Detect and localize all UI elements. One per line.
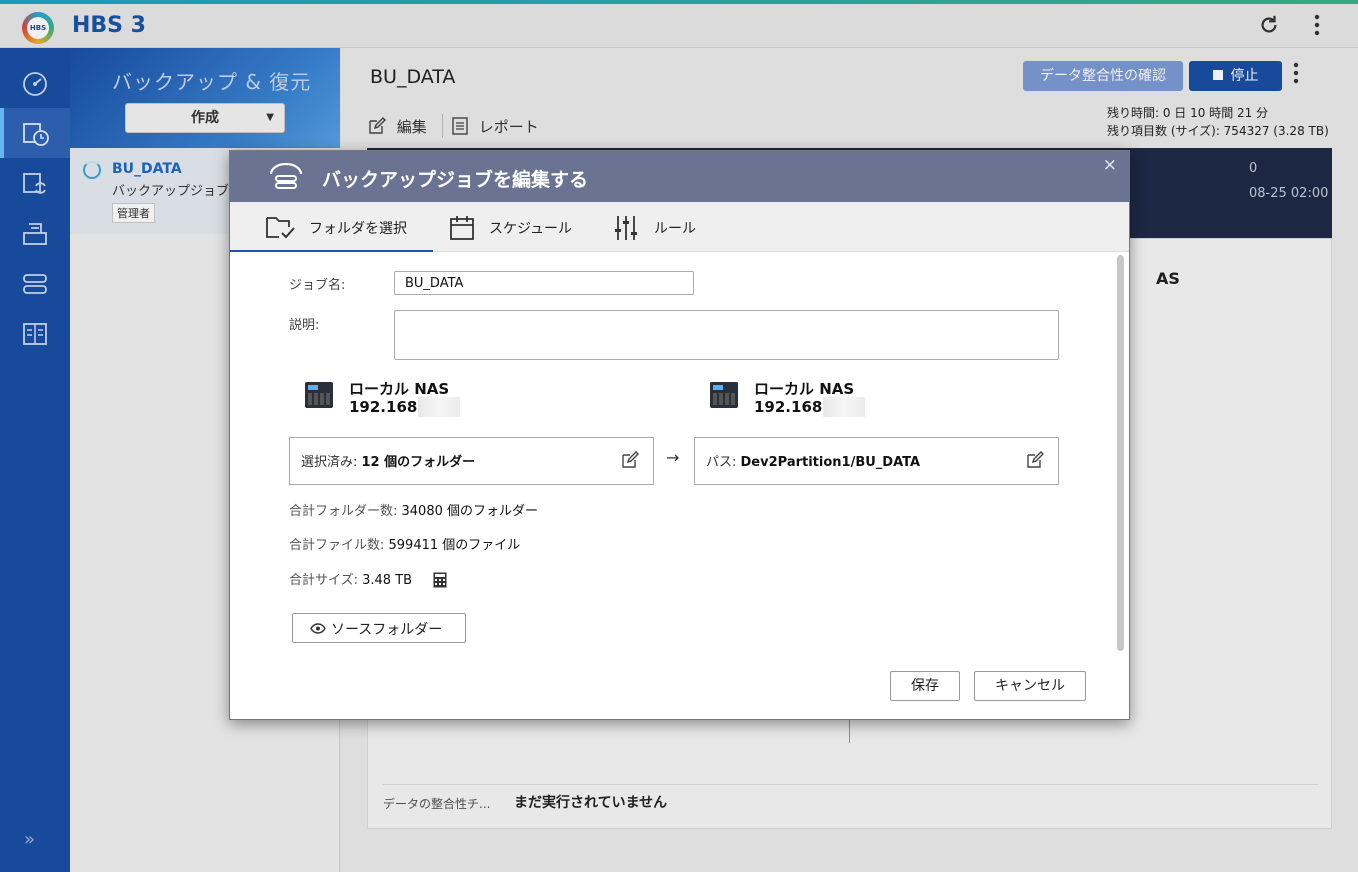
tab-schedule[interactable]: スケジュール: [433, 202, 593, 252]
source-nas-ip: 192.168.: [349, 398, 424, 416]
calculator-icon[interactable]: [433, 572, 447, 588]
tab-folder-select[interactable]: フォルダを選択: [230, 202, 433, 252]
total-folders-value: 34080 個のフォルダー: [401, 504, 539, 519]
nas-device-icon: [710, 382, 738, 408]
destination-path-box[interactable]: パス: Dev2Partition1/BU_DATA: [694, 437, 1059, 485]
selected-prefix: 選択済み:: [301, 455, 362, 470]
selected-value: 12 個のフォルダー: [361, 455, 476, 470]
tab-label: スケジュール: [489, 221, 573, 237]
source-nas-name: ローカル NAS: [349, 380, 450, 398]
total-size: 合計サイズ: 3.48 TB: [289, 569, 412, 588]
job-name-input[interactable]: [394, 271, 694, 295]
description-textarea[interactable]: [394, 310, 1059, 360]
edit-destination-icon[interactable]: [1026, 451, 1044, 469]
backup-job-icon: [269, 162, 303, 189]
destination-nas-name: ローカル NAS: [754, 380, 855, 398]
source-selection-box[interactable]: 選択済み: 12 個のフォルダー: [289, 437, 654, 485]
tab-label: フォルダを選択: [309, 221, 407, 237]
destination-nas-ip: 192.168.: [754, 398, 829, 416]
total-files: 合計ファイル数: 599411 個のファイル: [289, 534, 520, 553]
dialog-scrollbar[interactable]: [1117, 255, 1124, 651]
save-button[interactable]: 保存: [890, 671, 960, 701]
total-size-value: 3.48 TB: [362, 573, 413, 588]
total-files-label: 合計ファイル数:: [289, 538, 389, 553]
edit-source-icon[interactable]: [621, 451, 639, 469]
description-label: 説明:: [289, 318, 320, 333]
sliders-icon: [615, 216, 637, 240]
direction-arrow-icon: →: [666, 448, 680, 467]
calendar-icon: [450, 216, 474, 240]
total-size-label: 合計サイズ:: [289, 573, 363, 588]
redacted-ip: [418, 397, 460, 417]
total-folders-label: 合計フォルダー数:: [289, 504, 402, 519]
edit-backup-job-dialog: バックアップジョブを編集する × フォルダを選択 スケジュール ルール ジョブ名…: [229, 150, 1130, 720]
destination-nas: ローカル NAS 192.168.: [709, 378, 949, 422]
close-icon[interactable]: ×: [1103, 155, 1117, 175]
dialog-title: バックアップジョブを編集する: [322, 169, 589, 191]
total-folders: 合計フォルダー数: 34080 個のフォルダー: [289, 500, 538, 519]
tab-rules[interactable]: ルール: [593, 202, 733, 252]
nas-device-icon: [305, 382, 333, 408]
path-value: Dev2Partition1/BU_DATA: [740, 455, 921, 470]
job-name-label: ジョブ名:: [289, 278, 346, 293]
total-files-value: 599411 個のファイル: [388, 538, 521, 553]
redacted-ip: [823, 397, 865, 417]
source-selection-text: 選択済み: 12 個のフォルダー: [301, 451, 475, 470]
source-nas: ローカル NAS 192.168.: [304, 378, 544, 422]
tab-label: ルール: [654, 221, 696, 237]
cancel-button[interactable]: キャンセル: [974, 671, 1086, 701]
eye-icon: [310, 623, 326, 634]
folder-select-icon: [266, 217, 295, 239]
destination-path-text: パス: Dev2Partition1/BU_DATA: [706, 451, 920, 470]
source-folder-label: ソースフォルダー: [331, 622, 443, 638]
source-folder-button[interactable]: ソースフォルダー: [292, 613, 466, 643]
dialog-header: バックアップジョブを編集する ×: [230, 151, 1129, 202]
path-prefix: パス:: [706, 455, 741, 470]
dialog-tabs: フォルダを選択 スケジュール ルール: [230, 202, 1129, 252]
